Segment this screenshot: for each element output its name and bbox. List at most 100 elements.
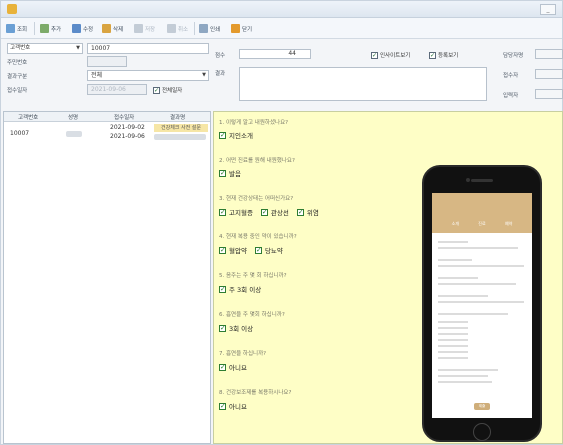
- cancel-button-label: 취소: [178, 26, 189, 33]
- manager-label: 담당자명: [503, 53, 524, 59]
- answer-option: 아니요: [229, 403, 247, 411]
- checkbox-checked-icon: ✓: [296, 207, 304, 216]
- detail-panel: 점수 44 ✓ 인사이트보기 ✓ 등록보기 결과 담당자명 접수자 입력자: [213, 43, 563, 109]
- status-label: 결과구분: [7, 74, 28, 80]
- row-date-2: 2021-09-06: [110, 133, 145, 140]
- phone-form-line: [438, 301, 524, 303]
- phone-tab[interactable]: 예약: [505, 221, 512, 229]
- question-7: 7. 흡연을 하십니까?: [219, 351, 267, 357]
- add-button[interactable]: 추가: [39, 22, 62, 35]
- checkbox-checked-icon: ✓: [254, 245, 262, 254]
- answer-option: 주 3회 이상: [229, 286, 262, 294]
- all-dates-label: 전체일자: [162, 88, 183, 94]
- phone-banner: 소개 진료 예약: [432, 193, 532, 233]
- receiver-input[interactable]: [535, 69, 563, 79]
- save-button[interactable]: 저장: [133, 22, 156, 35]
- insight-checkbox[interactable]: ✓ 인사이트보기: [371, 51, 410, 59]
- answer-6: ✓ 3회 이상: [219, 323, 253, 333]
- chevron-down-icon: ▼: [202, 72, 206, 78]
- phone-form-line: [438, 357, 468, 359]
- phone-form-line: [438, 283, 516, 285]
- answer-option: 관상선: [270, 209, 289, 217]
- phone-form-line: [438, 321, 468, 323]
- answer-option: 위염: [306, 209, 319, 217]
- grid-header: 고객번호 성명 접수일자 결과명: [4, 112, 210, 122]
- phone-form-line: [438, 375, 488, 377]
- customer-number-input[interactable]: 10007: [87, 43, 209, 54]
- all-dates-checkbox[interactable]: ✓ 전체일자: [153, 86, 182, 94]
- close-button-label: 닫기: [242, 26, 253, 33]
- delete-icon: [102, 24, 111, 33]
- customer-grid: 고객번호 성명 접수일자 결과명 10007 2021-09-02 2021-0…: [3, 111, 211, 444]
- phone-mockup: 소개 진료 예약 제출: [422, 165, 542, 442]
- result-label: 결과: [215, 71, 226, 77]
- customer-field-select-value: 고객번호: [10, 45, 31, 51]
- toolbar-divider: [194, 22, 195, 35]
- phone-screen: 소개 진료 예약 제출: [432, 193, 532, 418]
- checkbox-checked-icon: ✓: [219, 284, 226, 293]
- phone-tab[interactable]: 진료: [478, 221, 485, 229]
- phone-banner-tabs: 소개 진료 예약: [442, 221, 522, 229]
- answer-option: 혈압약: [229, 247, 247, 255]
- speaker-icon: [471, 179, 493, 182]
- receiver-label: 접수자: [503, 73, 519, 79]
- cancel-button[interactable]: 취소: [166, 22, 189, 35]
- phone-submit-button[interactable]: 제출: [474, 403, 490, 410]
- title-bar: _: [1, 1, 562, 18]
- answer-option: 고지혈증: [229, 209, 253, 217]
- column-header-result[interactable]: 결과명: [170, 113, 185, 121]
- row-result-tag: 건강체크 사전 설문: [154, 124, 208, 132]
- checkbox-checked-icon: ✓: [260, 207, 268, 216]
- checkbox-checked-icon: ✓: [219, 362, 226, 371]
- row-result-redacted: [154, 134, 206, 140]
- phone-tab[interactable]: 소개: [452, 221, 459, 229]
- app-window: _ 조회 추가 수정 삭제 저장 취소 인쇄 닫기 고객번호 ▼ 10007 주…: [0, 0, 563, 445]
- delete-button[interactable]: 삭제: [101, 22, 124, 35]
- search-button[interactable]: 조회: [5, 22, 28, 35]
- minimize-button[interactable]: _: [540, 4, 556, 15]
- inputter-input[interactable]: [535, 89, 563, 99]
- question-8: 8. 건강보조제를 복용하시나요?: [219, 390, 292, 396]
- question-2: 2. 어떤 진료를 원해 내원했나요?: [219, 158, 295, 164]
- score-input[interactable]: 44: [239, 49, 311, 59]
- answer-1: ✓ 지인소개: [219, 130, 253, 140]
- manager-input[interactable]: [535, 49, 563, 59]
- question-1: 1. 이렇게 알고 내원하셨나요?: [219, 120, 289, 126]
- phone-form-line: [438, 265, 524, 267]
- customer-field-select[interactable]: 고객번호 ▼: [7, 43, 83, 54]
- answer-3: ✓ 고지혈증 ✓ 관상선 ✓ 위염: [219, 207, 319, 217]
- resident-number-input[interactable]: [87, 56, 127, 67]
- home-button[interactable]: [473, 423, 491, 441]
- phone-form-line: [438, 313, 508, 315]
- edit-button[interactable]: 수정: [71, 22, 94, 35]
- date-input[interactable]: 2021-09-06: [87, 84, 147, 95]
- question-3: 3. 현재 건강상태는 어떠신가요?: [219, 196, 294, 202]
- column-header-name[interactable]: 성명: [68, 113, 78, 121]
- check-icon: ✓: [429, 51, 436, 59]
- registration-checkbox[interactable]: ✓ 등록보기: [429, 51, 458, 59]
- phone-form-line: [438, 295, 488, 297]
- insight-checkbox-label: 인사이트보기: [380, 53, 411, 59]
- column-header-date[interactable]: 접수일자: [114, 113, 134, 121]
- row-name-redacted: [66, 131, 82, 137]
- print-button[interactable]: 인쇄: [198, 22, 221, 35]
- column-header-id[interactable]: 고객번호: [18, 113, 38, 121]
- answer-2: ✓ 발음: [219, 168, 241, 178]
- add-icon: [40, 24, 49, 33]
- checkbox-checked-icon: ✓: [219, 207, 226, 216]
- filter-panel: 고객번호 ▼ 10007 주민번호 결과구분 전체 ▼ 접수일자 2021-09…: [3, 41, 211, 107]
- print-icon: [199, 24, 208, 33]
- phone-form-line: [438, 333, 468, 335]
- phone-form-line: [438, 241, 468, 243]
- phone-form-line: [438, 259, 472, 261]
- app-icon: [7, 4, 17, 14]
- delete-button-label: 삭제: [113, 26, 124, 33]
- phone-form-line: [438, 247, 518, 249]
- question-5: 5. 음주는 주 몇 회 하십니까?: [219, 273, 287, 279]
- date-label: 접수일자: [7, 88, 28, 94]
- close-icon: [231, 24, 240, 33]
- status-select[interactable]: 전체 ▼: [87, 70, 209, 81]
- close-button[interactable]: 닫기: [230, 22, 253, 35]
- phone-form-line: [438, 327, 468, 329]
- result-textarea[interactable]: [239, 67, 487, 101]
